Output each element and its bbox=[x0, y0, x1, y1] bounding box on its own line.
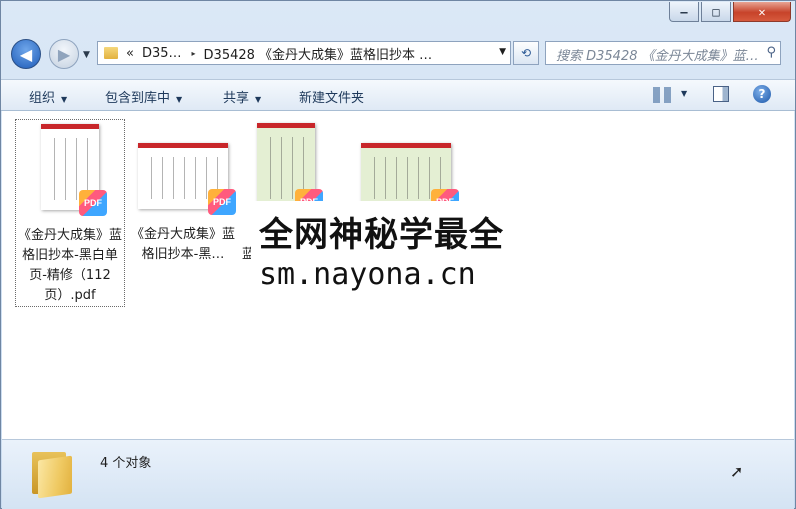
refresh-icon: ⟲ bbox=[520, 46, 532, 60]
address-dropdown-icon[interactable]: ▼ bbox=[499, 47, 506, 57]
pdf-icon: PDF bbox=[79, 190, 107, 216]
organize-menu[interactable]: 组织 ▼ bbox=[29, 87, 67, 106]
help-icon[interactable]: ? bbox=[753, 85, 771, 103]
watermark-line-2: sm.nayona.cn bbox=[259, 257, 476, 292]
watermark-line-1: 全网神秘学最全 bbox=[259, 215, 504, 255]
pdf-thumbnail: PDF bbox=[41, 124, 107, 216]
breadcrumb-parent[interactable]: D35… bbox=[142, 46, 182, 61]
search-input[interactable]: 搜索 D35428 《金丹大成集》蓝… ⚲ bbox=[545, 41, 781, 65]
pdf-thumbnail: PDF bbox=[257, 123, 323, 215]
include-in-library-menu[interactable]: 包含到库中 ▼ bbox=[105, 87, 182, 106]
pdf-thumbnail: PDF bbox=[361, 143, 459, 215]
preview-pane-icon[interactable] bbox=[713, 86, 729, 102]
pdf-thumbnail: PDF bbox=[138, 143, 236, 215]
caret-down-icon: ▼ bbox=[61, 95, 68, 104]
breadcrumb-overflow[interactable]: « bbox=[126, 46, 134, 61]
file-item[interactable]: PDF 《金丹大成集》蓝格旧抄本-黑白单页-精修（112页）.pdf bbox=[15, 119, 125, 307]
breadcrumb-separator-icon[interactable]: ▸ bbox=[192, 49, 196, 58]
new-folder-button[interactable]: 新建文件夹 bbox=[299, 87, 364, 106]
change-view-icon[interactable] bbox=[653, 87, 671, 103]
share-menu[interactable]: 共享 ▼ bbox=[223, 87, 261, 106]
item-count: 4 个对象 bbox=[100, 456, 152, 471]
title-bar: – □ ✕ bbox=[1, 1, 795, 31]
view-options-dropdown-icon[interactable]: ▼ bbox=[681, 89, 687, 98]
refresh-button[interactable]: ⟲ bbox=[513, 41, 539, 65]
forward-button[interactable]: ▶ bbox=[49, 39, 79, 69]
file-name: 《金丹大成集》蓝格旧抄本-黑… bbox=[130, 227, 235, 262]
search-icon[interactable]: ⚲ bbox=[766, 45, 776, 60]
close-button[interactable]: ✕ bbox=[733, 2, 791, 22]
file-item[interactable]: PDF 《金丹大成集》蓝格旧抄本-黑… bbox=[128, 119, 238, 265]
folder-icon bbox=[104, 47, 118, 59]
minimize-button[interactable]: – bbox=[669, 2, 699, 22]
caret-down-icon: ▼ bbox=[176, 95, 183, 104]
file-name: 《金丹大成集》蓝格旧抄本-黑白单页-精修（112页）.pdf bbox=[18, 228, 123, 303]
back-button[interactable]: ◀ bbox=[11, 39, 41, 69]
explorer-window: – □ ✕ ◀ ▶ ▼ « D35… ▸ D35428 《金丹大成集》蓝格旧抄本… bbox=[0, 0, 796, 509]
navigation-bar: ◀ ▶ ▼ « D35… ▸ D35428 《金丹大成集》蓝格旧抄本 … ▼ ⟲… bbox=[1, 37, 795, 71]
maximize-button[interactable]: □ bbox=[701, 2, 731, 22]
arrow-right-icon: ▶ bbox=[57, 44, 71, 64]
recent-pages-dropdown[interactable]: ▼ bbox=[83, 50, 90, 60]
folder-icon bbox=[32, 448, 72, 499]
watermark-overlay: 全网神秘学最全 sm.nayona.cn bbox=[251, 201, 549, 304]
breadcrumb-current[interactable]: D35428 《金丹大成集》蓝格旧抄本 … bbox=[204, 44, 433, 63]
details-pane: 4 个对象 ➚ bbox=[2, 439, 794, 509]
arrow-left-icon: ◀ bbox=[19, 44, 33, 64]
address-bar[interactable]: « D35… ▸ D35428 《金丹大成集》蓝格旧抄本 … ▼ bbox=[97, 41, 511, 65]
caret-down-icon: ▼ bbox=[255, 95, 262, 104]
command-bar: 组织 ▼ 包含到库中 ▼ 共享 ▼ 新建文件夹 ▼ ? bbox=[1, 79, 795, 111]
pdf-icon: PDF bbox=[208, 189, 236, 215]
search-placeholder: 搜索 D35428 《金丹大成集》蓝… bbox=[556, 49, 759, 64]
mouse-cursor-icon: ➚ bbox=[730, 462, 744, 481]
